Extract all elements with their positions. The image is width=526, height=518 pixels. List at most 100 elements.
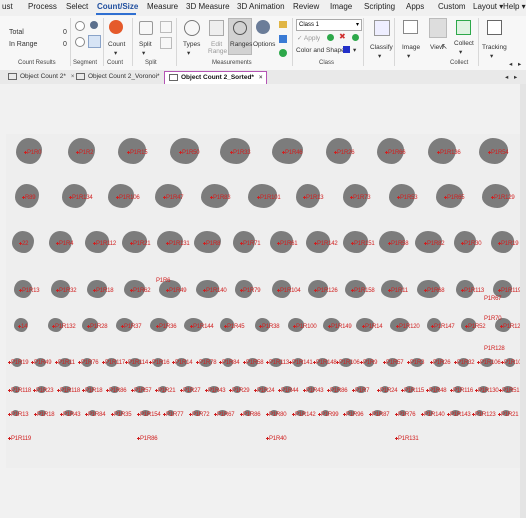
- split-dropdown-icon[interactable]: ▾: [142, 49, 145, 57]
- object-label: P1R52: [468, 324, 486, 330]
- tab-object-count-2-voronoi[interactable]: Object Count 2_Voronoi*×: [72, 71, 172, 83]
- vertical-scrollbar[interactable]: [520, 84, 526, 518]
- segment-radio-2[interactable]: [75, 37, 85, 47]
- folder-icon[interactable]: [279, 21, 287, 28]
- count-dropdown-icon[interactable]: ▾: [114, 49, 117, 57]
- image-canvas[interactable]: P1R0 P1R2 P1R15 P1R50 P1R33 P1R46 P1R26 P1R66 P1…: [0, 84, 526, 518]
- ribbon-separator: [292, 18, 293, 66]
- object-label: P1R18: [85, 388, 103, 394]
- count-icon[interactable]: [109, 20, 123, 34]
- split-button-label[interactable]: Split: [139, 41, 152, 48]
- tracking-button-label[interactable]: Tracking: [482, 44, 507, 51]
- object-label: P1R51: [502, 388, 520, 394]
- save-icon[interactable]: [279, 35, 287, 43]
- collect-button-label[interactable]: Collect: [454, 40, 474, 47]
- add-class-icon[interactable]: [327, 34, 334, 41]
- gear-icon[interactable]: [256, 20, 270, 34]
- color-and-shape-label[interactable]: Color and Shape: [296, 47, 345, 54]
- object-label: P1R62: [133, 288, 151, 294]
- view-icon[interactable]: [429, 18, 447, 38]
- types-icon[interactable]: [184, 20, 200, 36]
- ranges-button-label[interactable]: Ranges: [230, 41, 252, 48]
- object-label: P1R24: [257, 388, 275, 394]
- image-icon[interactable]: [403, 20, 418, 34]
- edit-range-icon[interactable]: [209, 20, 224, 36]
- tab-object-count-2-sorted[interactable]: Object Count 2_Sorted* ×: [164, 71, 268, 84]
- segment-radio-1[interactable]: [75, 21, 85, 31]
- object-label: P1R0: [27, 150, 42, 156]
- segment-option-icon[interactable]: [88, 35, 101, 48]
- types-button-label[interactable]: Types: [183, 41, 200, 48]
- ranges-icon: [233, 21, 247, 35]
- classify-dropdown-icon[interactable]: ▾: [378, 52, 381, 60]
- object-label: P1R58: [391, 241, 409, 247]
- apply-button[interactable]: ✓ Apply: [297, 34, 320, 42]
- object-label: P1R76: [81, 360, 99, 366]
- close-icon[interactable]: ×: [259, 75, 263, 81]
- menu-tab-adjust[interactable]: ust: [2, 2, 13, 11]
- confirm-class-icon[interactable]: [352, 34, 359, 41]
- menu-help[interactable]: Help ▾: [503, 2, 526, 11]
- types-dropdown-icon[interactable]: ▾: [187, 49, 190, 57]
- tracking-dropdown-icon[interactable]: ▾: [490, 52, 493, 60]
- add-icon[interactable]: [279, 49, 287, 57]
- color-dropdown-icon[interactable]: ▾: [353, 46, 356, 54]
- object-label: P1R67: [217, 412, 235, 418]
- class-select[interactable]: Class 1 ▾: [296, 19, 362, 31]
- sorted-objects-image[interactable]: P1R0 P1R2 P1R15 P1R50 P1R33 P1R46 P1R26 P1R66 P1…: [6, 134, 526, 468]
- object-label: P1R18: [37, 412, 55, 418]
- delete-class-icon[interactable]: ✖: [339, 32, 346, 41]
- menu-tab-3d-measure[interactable]: 3D Measure: [186, 2, 230, 11]
- classify-icon[interactable]: [374, 20, 390, 36]
- object-label: P1R29: [232, 388, 250, 394]
- menu-tab-scripting[interactable]: Scripting: [364, 2, 395, 11]
- object-label: P1R116: [453, 388, 474, 394]
- menu-tab-count-size[interactable]: Count/Size: [97, 2, 138, 11]
- object-label: P1R30: [464, 241, 482, 247]
- edit-range-label[interactable]: Edit: [211, 41, 222, 48]
- collect-dropdown-icon[interactable]: ▾: [459, 48, 462, 56]
- tab-scroll-right-icon[interactable]: ▸: [514, 73, 517, 81]
- classify-button-label[interactable]: Classify: [370, 44, 393, 51]
- segment-circle-icon[interactable]: [90, 21, 98, 29]
- count-results-group-label: Count Results: [18, 60, 56, 66]
- tracking-icon[interactable]: [487, 20, 502, 35]
- object-label: P1R21: [501, 412, 519, 418]
- menu-tab-3d-animation[interactable]: 3D Animation: [237, 2, 285, 11]
- menu-tab-custom[interactable]: Custom: [438, 2, 466, 11]
- object-label: P1R132: [55, 324, 76, 330]
- object-label: P1R68: [427, 288, 445, 294]
- menu-tab-process[interactable]: Process: [28, 2, 57, 11]
- menu-tab-apps[interactable]: Apps: [406, 2, 424, 11]
- menu-tab-measure[interactable]: Measure: [147, 2, 178, 11]
- ribbon-scroll-left[interactable]: ◂: [509, 60, 512, 68]
- object-label: P1R38: [262, 324, 280, 330]
- ribbon-scroll-right[interactable]: ▸: [518, 60, 521, 68]
- object-label: P1R15: [130, 150, 148, 156]
- active-tab-indicator: [96, 13, 136, 15]
- object-label: P1R9: [363, 360, 378, 366]
- object-label: P1R14: [365, 324, 383, 330]
- document-tab-bar: Object Count 2* × Object Count 2_Voronoi*…: [0, 70, 526, 85]
- object-label: P1R119: [501, 288, 522, 294]
- options-button-label[interactable]: Options: [253, 41, 275, 48]
- object-label: P1R141: [292, 360, 313, 366]
- object-label: P1R44: [281, 388, 299, 394]
- menu-layout[interactable]: Layout ▾: [473, 2, 503, 11]
- image-button-label[interactable]: Image: [402, 44, 420, 51]
- object-label: P1R7: [355, 388, 370, 394]
- menu-tab-image[interactable]: Image: [330, 2, 352, 11]
- tab-scroll-left-icon[interactable]: ◂: [505, 73, 508, 81]
- menu-tab-select[interactable]: Select: [66, 2, 88, 11]
- count-button-label[interactable]: Count: [108, 41, 125, 48]
- object-label: P1R50: [182, 150, 200, 156]
- tab-object-count-2[interactable]: Object Count 2* ×: [4, 71, 78, 83]
- collect-icon[interactable]: [456, 20, 471, 35]
- menu-tab-review[interactable]: Review: [293, 2, 319, 11]
- image-dropdown-icon[interactable]: ▾: [407, 52, 410, 60]
- split-icon[interactable]: [139, 21, 153, 35]
- object-label: P1R19: [11, 360, 29, 366]
- object-label: P1R2: [79, 150, 94, 156]
- tab-label: Object Count 2*: [20, 73, 66, 80]
- class-color-swatch[interactable]: [343, 46, 350, 53]
